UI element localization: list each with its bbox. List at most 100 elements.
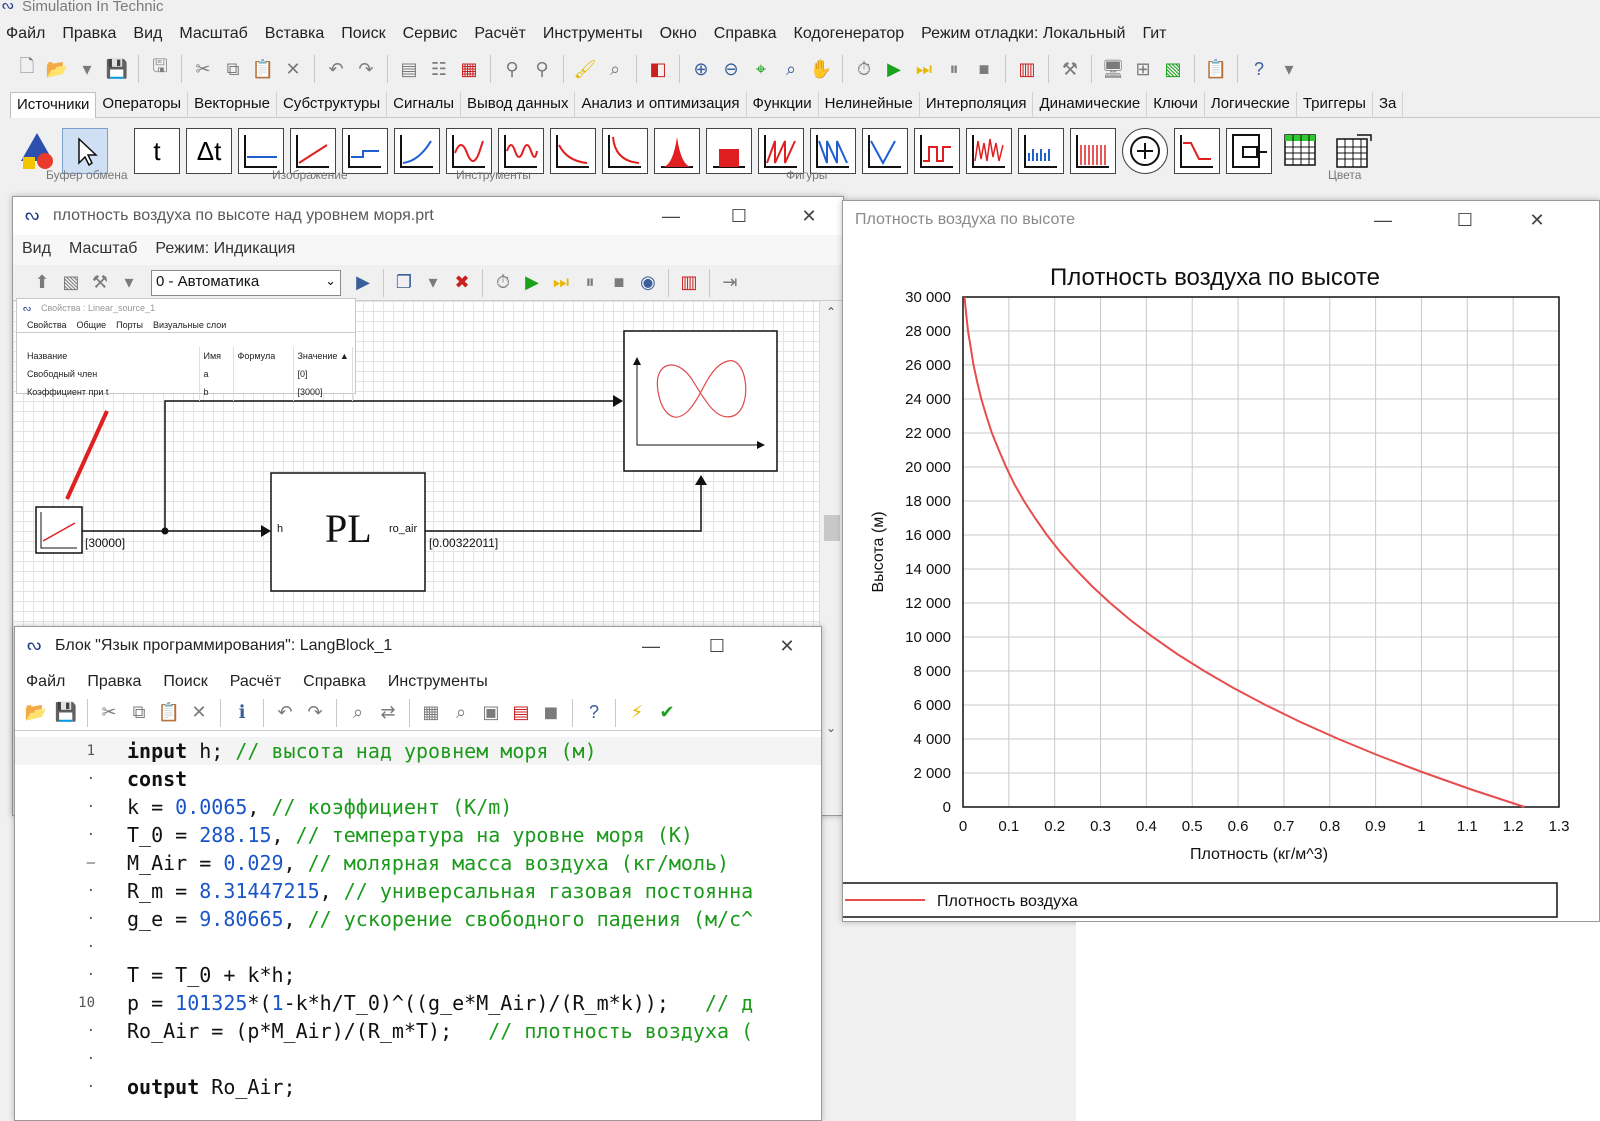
info-icon[interactable]: ℹ [229,700,255,726]
zoom-fit-icon[interactable]: ⌖ [748,56,774,82]
block-icon[interactable]: ▤ [396,56,422,82]
menu-file[interactable]: Файл [0,22,56,46]
maximize-icon[interactable]: ☐ [697,627,737,665]
script-icon[interactable]: ▧ [58,270,84,296]
menu-help[interactable]: Справка [708,22,788,46]
play-blue-icon[interactable]: ▶ [350,270,376,296]
chart-icon[interactable]: ▥ [676,270,702,296]
scroll-down-icon[interactable]: ⌄ [826,721,836,735]
list-icon[interactable]: ☷ [426,56,452,82]
tab-triggers[interactable]: Триггеры [1297,92,1373,118]
stop-block-icon[interactable]: ◼ [538,700,564,726]
menu-search[interactable]: Поиск [335,22,396,46]
help-icon[interactable]: ? [1246,56,1272,82]
menu-git[interactable]: Гит [1136,22,1177,46]
up-arrow-icon[interactable]: ⬆ [29,270,55,296]
stop-icon[interactable]: ■ [606,270,632,296]
tab-analysis[interactable]: Анализ и оптимизация [575,92,747,118]
undo-icon[interactable]: ↶ [323,56,349,82]
minimize-icon[interactable]: — [1363,201,1403,239]
menu-zoom[interactable]: Масштаб [173,22,258,46]
open-folder-icon[interactable]: 📂 [23,700,49,726]
windows-icon[interactable]: ❐ [391,270,417,296]
help-icon[interactable]: ? [581,700,607,726]
props-tab-ports[interactable]: Порты [116,317,143,332]
record-icon[interactable]: ◉ [635,270,661,296]
paste-icon[interactable]: 📋 [250,56,276,82]
menu-codegen[interactable]: Кодогенератор [788,22,916,46]
diagram-menu-view[interactable]: Вид [13,235,60,265]
brush-icon[interactable]: 🖌 [572,56,598,82]
scroll-up-icon[interactable]: ⌃ [826,305,836,319]
xy-plot-block[interactable] [623,330,778,472]
tab-substructures[interactable]: Субструктуры [277,92,388,118]
calculator-icon[interactable]: ▦ [418,700,444,726]
minimize-icon[interactable]: — [631,627,671,665]
stopwatch-icon[interactable]: ⏱ [490,270,516,296]
pause-icon[interactable]: ⏸ [941,56,967,82]
diagram-menu-mode[interactable]: Режим: Индикация [146,235,304,265]
tab-operators[interactable]: Операторы [96,92,189,118]
mode-select[interactable]: 0 - Автоматика ⌄ [151,269,341,296]
disconnect-icon[interactable]: ✖ [449,270,475,296]
tab-signals[interactable]: Сигналы [387,92,461,118]
save-icon[interactable]: 💾 [53,700,79,726]
linear-source-block[interactable] [35,506,83,554]
scrollbar-thumb[interactable] [824,515,840,541]
step-icon[interactable]: ⏭ [911,56,937,82]
redo-icon[interactable]: ↷ [353,56,379,82]
run-icon[interactable]: ▶ [519,270,545,296]
cut-icon[interactable]: ✂ [190,56,216,82]
new-file-icon[interactable]: 🗋 [14,56,40,82]
clipboard-icon[interactable]: 📋 [1203,56,1229,82]
menu-view[interactable]: Вид [127,22,173,46]
stop-icon[interactable]: ■ [971,56,997,82]
tab-functions[interactable]: Функции [747,92,819,118]
code-window-titlebar[interactable]: ᔓ Блок "Язык программирования": LangBloc… [15,627,821,665]
props-tab-properties[interactable]: Свойства [27,317,67,332]
open-folder-icon[interactable]: 📂 [44,56,70,82]
code-editor[interactable]: 1 input h; // высота над уровнем моря (м)… [15,737,821,1120]
code-menu-help[interactable]: Справка [292,665,377,695]
hand-icon[interactable]: ✋ [808,56,834,82]
check-icon[interactable]: ✔ [654,700,680,726]
delete-icon[interactable]: ✕ [280,56,306,82]
tools-icon[interactable]: ⚒ [1057,56,1083,82]
code-menu-edit[interactable]: Правка [76,665,152,695]
pin-icon[interactable]: ⚲ [499,56,525,82]
maximize-icon[interactable]: ☐ [719,197,759,235]
zoom-in-icon[interactable]: ⊕ [688,56,714,82]
close-icon[interactable]: ✕ [1517,201,1557,239]
table-row[interactable]: Свободный член a [0] [23,365,353,383]
menu-window[interactable]: Окно [654,22,708,46]
film-icon[interactable]: ▤ [508,700,534,726]
run-block-icon[interactable]: ▣ [478,700,504,726]
code-menu-tools[interactable]: Инструменты [377,665,499,695]
blocks-color-icon[interactable]: ▦ [456,56,482,82]
menu-debug-mode[interactable]: Режим отладки: Локальный [915,22,1136,46]
copy-icon[interactable]: ⧉ [220,56,246,82]
tree-icon[interactable]: ⊞ [1130,56,1156,82]
diagram-window-titlebar[interactable]: ᔓ плотность воздуха по высоте над уровне… [13,197,843,235]
dropdown-arrow-icon[interactable]: ▾ [116,270,142,296]
table-row[interactable]: Коэффициент при t b [3000] [23,383,353,401]
zoom-out-icon[interactable]: ⊖ [718,56,744,82]
tab-dynamic[interactable]: Динамические [1033,92,1148,118]
script-icon[interactable]: ▧ [1160,56,1186,82]
close-icon[interactable]: ✕ [789,197,829,235]
code-menu-search[interactable]: Поиск [152,665,218,695]
props-tab-layers[interactable]: Визуальные слои [153,317,226,332]
cut-icon[interactable]: ✂ [96,700,122,726]
maximize-icon[interactable]: ☐ [1445,201,1485,239]
menu-calc[interactable]: Расчёт [468,22,536,46]
replace-icon[interactable]: ⇄ [375,700,401,726]
find-icon[interactable]: ⌕ [345,700,371,726]
export-icon[interactable]: ⇥ [717,270,743,296]
menu-tools[interactable]: Инструменты [537,22,654,46]
zoom-icon[interactable]: ⌕ [448,700,474,726]
code-menu-calc[interactable]: Расчёт [219,665,292,695]
minimize-icon[interactable]: — [651,197,691,235]
diagram-vertical-scrollbar[interactable]: ⌃ ⌄ [819,301,843,815]
dropdown-arrow-icon[interactable]: ▾ [74,56,100,82]
pin2-icon[interactable]: ⚲ [529,56,555,82]
